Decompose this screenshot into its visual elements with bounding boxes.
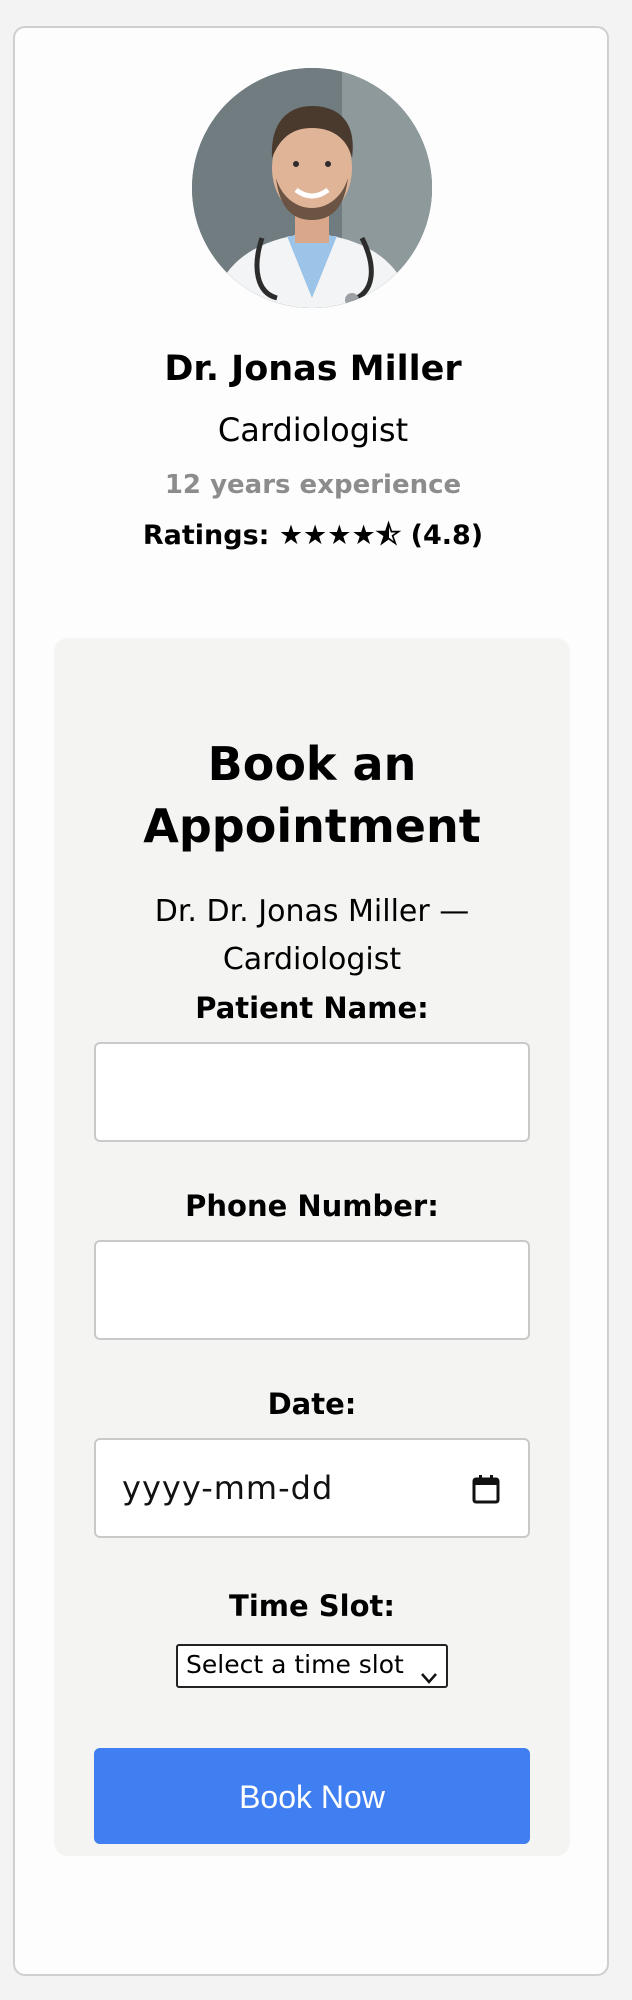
chevron-down-icon	[420, 1658, 438, 1696]
patient-name-label: Patient Name:	[195, 991, 429, 1025]
phone-number-label: Phone Number:	[185, 1189, 439, 1223]
doctor-rating: Ratings: ★★★★⯪ (4.8)	[15, 518, 611, 554]
booking-title: Book an Appointment	[54, 733, 570, 857]
date-placeholder: yyyy-mm-dd	[122, 1469, 334, 1507]
booking-subtitle: Dr. Dr. Jonas Miller — Cardiologist	[84, 888, 540, 984]
doctor-specialty: Cardiologist	[217, 411, 409, 449]
phone-number-input[interactable]	[94, 1240, 530, 1340]
booking-title-line1: Book an	[207, 737, 417, 791]
ratings-label: Ratings:	[142, 520, 270, 551]
rating-value: (4.8)	[410, 520, 484, 551]
time-slot-select[interactable]: Select a time slot	[176, 1644, 448, 1688]
time-slot-selected: Select a time slot	[186, 1650, 404, 1679]
booking-subtitle-line2: Cardiologist	[222, 942, 402, 977]
booking-subtitle-line1: Dr. Dr. Jonas Miller —	[154, 894, 470, 929]
booking-title-line2: Appointment	[143, 799, 481, 853]
doctor-name: Dr. Jonas Miller	[164, 349, 462, 389]
calendar-icon[interactable]	[472, 1474, 500, 1512]
doctor-avatar	[192, 68, 432, 308]
patient-name-input[interactable]	[94, 1042, 530, 1142]
doctor-card: Dr. Jonas Miller Cardiologist 12 years e…	[13, 26, 609, 1976]
date-label: Date:	[267, 1387, 357, 1421]
book-now-button[interactable]: Book Now	[94, 1748, 530, 1844]
date-input[interactable]: yyyy-mm-dd	[94, 1438, 530, 1538]
time-slot-label: Time Slot:	[229, 1589, 395, 1623]
star-rating-icon: ★★★★⯪	[278, 520, 402, 551]
doctor-experience: 12 years experience	[164, 470, 462, 500]
booking-form: Book an Appointment Dr. Dr. Jonas Miller…	[54, 638, 570, 1856]
